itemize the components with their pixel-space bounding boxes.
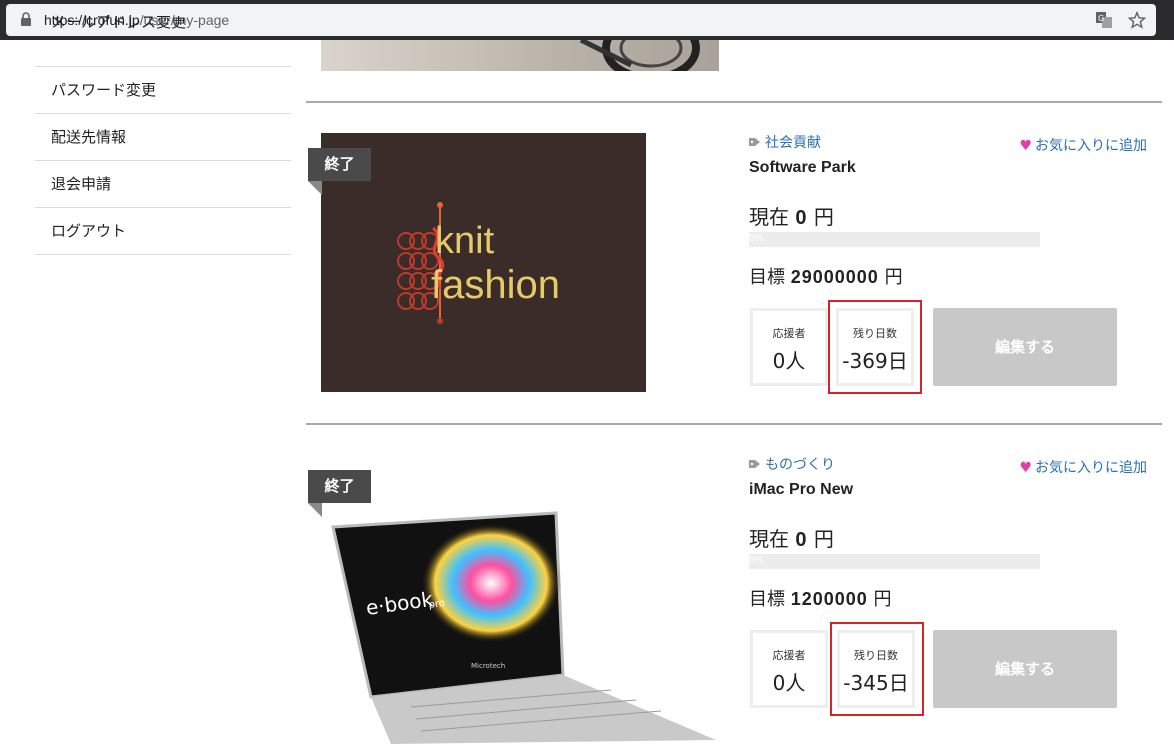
supporters-box: 応援者 0人 — [750, 308, 828, 386]
status-badge-tail — [308, 503, 322, 517]
goal-prefix: 目標 — [749, 267, 785, 288]
supporters-value: 0人 — [772, 671, 806, 695]
sidebar-item-shipping-info[interactable]: 配送先情報 — [35, 114, 291, 161]
logo-text-knit: knit — [435, 220, 495, 262]
days-remaining-box: 残り日数 -345日 — [837, 630, 915, 708]
wheel-photo — [579, 40, 700, 71]
project-title[interactable]: Software Park — [749, 159, 856, 177]
logo-text-fashion: fashion — [431, 263, 560, 307]
current-value: 0 — [795, 529, 808, 551]
goal-amount: 目標 29000000 円 — [749, 263, 903, 289]
goal-value: 1200000 — [790, 589, 868, 609]
current-prefix: 現在 — [749, 527, 789, 551]
progress-bar: 0% — [749, 554, 1040, 569]
category-tag[interactable]: ものづくり — [749, 454, 835, 474]
sidebar-item-label: メールアドレス変更 — [51, 16, 187, 31]
current-amount: 現在 0 円 — [749, 523, 834, 552]
project-card: 終了 e·book pro Microtech ものづくり ♥ お気に入りに追加… — [306, 425, 1162, 744]
supporters-label: 応援者 — [772, 327, 806, 340]
days-value: -345日 — [843, 671, 909, 695]
project-card: 終了 knit fashion 社会貢献 ♥ お気に入りに追加 Software … — [306, 103, 1162, 423]
previous-project-image[interactable] — [321, 40, 719, 71]
heart-icon: ♥ — [1019, 460, 1032, 476]
status-badge: 終了 — [308, 470, 371, 503]
days-label: 残り日数 — [854, 649, 898, 662]
sidebar-item-logout[interactable]: ログアウト — [35, 208, 291, 255]
tag-icon — [749, 138, 760, 146]
lock-icon — [21, 12, 31, 26]
goal-unit: 円 — [884, 267, 903, 288]
edit-button[interactable]: 編集する — [933, 630, 1117, 708]
sidebar-item-password-change[interactable]: パスワード変更 — [35, 67, 291, 114]
project-image[interactable]: e·book pro Microtech — [321, 485, 716, 744]
status-badge: 終了 — [308, 148, 371, 181]
current-unit: 円 — [813, 527, 834, 551]
project-title[interactable]: iMac Pro New — [749, 481, 853, 499]
status-badge-tail — [308, 181, 322, 195]
heart-icon: ♥ — [1019, 138, 1032, 154]
sidebar-item-label: ログアウト — [51, 222, 127, 240]
current-amount: 現在 0 円 — [749, 201, 834, 230]
category-label: ものづくり — [765, 457, 835, 473]
current-prefix: 現在 — [749, 205, 789, 229]
svg-text:G: G — [1098, 14, 1104, 23]
bookmark-star-icon[interactable] — [1128, 11, 1146, 29]
current-unit: 円 — [813, 205, 834, 229]
favorite-label: お気に入りに追加 — [1035, 138, 1147, 154]
supporters-box: 応援者 0人 — [750, 630, 828, 708]
laptop-brand-suffix: pro — [428, 598, 446, 611]
goal-unit: 円 — [873, 589, 892, 610]
progress-label: 0% — [749, 555, 764, 566]
category-tag[interactable]: 社会貢献 — [749, 132, 821, 152]
current-value: 0 — [795, 207, 808, 229]
supporters-label: 応援者 — [772, 649, 806, 662]
sidebar-item-label: 配送先情報 — [51, 128, 127, 146]
supporters-value: 0人 — [772, 349, 806, 373]
goal-prefix: 目標 — [749, 589, 785, 610]
sidebar-item-label: パスワード変更 — [51, 81, 157, 99]
laptop-photo: e·book pro Microtech — [331, 511, 716, 744]
goal-value: 29000000 — [790, 267, 879, 287]
days-remaining-box: 残り日数 -369日 — [836, 308, 914, 386]
category-label: 社会貢献 — [765, 135, 821, 151]
days-value: -369日 — [842, 349, 908, 373]
edit-button[interactable]: 編集する — [933, 308, 1117, 386]
sidebar-item-withdrawal[interactable]: 退会申請 — [35, 161, 291, 208]
goal-amount: 目標 1200000 円 — [749, 585, 892, 611]
tag-icon — [749, 460, 760, 468]
sidebar-item-email-change[interactable]: メールアドレス変更 — [35, 16, 291, 67]
translate-icon[interactable]: G — [1096, 12, 1112, 28]
laptop-maker-text: Microtech — [471, 662, 505, 670]
favorite-label: お気に入りに追加 — [1035, 460, 1147, 476]
favorite-button[interactable]: ♥ お気に入りに追加 — [1019, 135, 1147, 155]
progress-bar: 0% — [749, 232, 1040, 247]
sidebar-item-label: 退会申請 — [51, 175, 112, 193]
progress-label: 0% — [749, 233, 764, 244]
favorite-button[interactable]: ♥ お気に入りに追加 — [1019, 457, 1147, 477]
days-label: 残り日数 — [853, 327, 897, 340]
